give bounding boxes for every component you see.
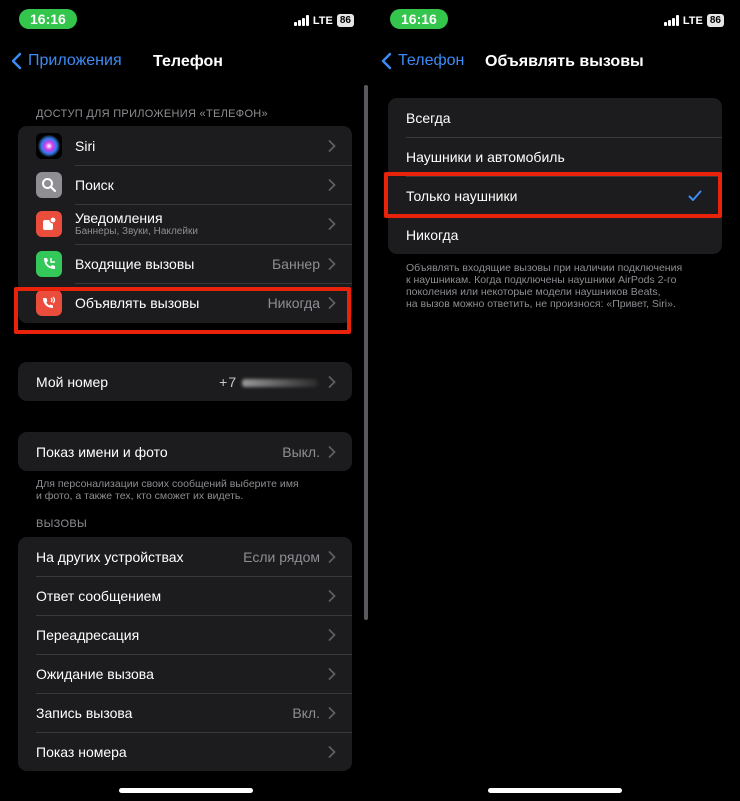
show-caller-id-row[interactable]: Показ номера xyxy=(18,732,352,771)
my-number-row[interactable]: Мой номер +7 xyxy=(18,362,352,401)
incoming-calls-icon xyxy=(36,250,62,277)
chevron-right-icon xyxy=(328,628,336,641)
my-number-group: Мой номер +7 xyxy=(18,362,352,401)
chevron-left-icon xyxy=(381,52,392,70)
phone-settings-screen: 16:16 LTE 86 Приложения Телефон ДОСТУП Д… xyxy=(0,0,370,801)
row-value: Если рядом xyxy=(243,548,320,565)
name-photo-row[interactable]: Показ имени и фото Выкл. xyxy=(18,432,352,471)
row-value: Баннер xyxy=(271,255,320,272)
name-photo-group: Показ имени и фото Выкл. xyxy=(18,432,352,471)
chevron-right-icon xyxy=(328,257,336,270)
chevron-right-icon xyxy=(328,745,336,758)
scroll-indicator xyxy=(364,85,368,620)
my-number-value: +7 xyxy=(219,374,318,390)
footnote-line: поколения или некоторые модели наушников… xyxy=(406,286,661,298)
battery-level: 86 xyxy=(706,14,724,27)
network-type: LTE xyxy=(312,14,333,27)
option-label: Наушники и автомобиль xyxy=(406,148,565,165)
chevron-right-icon xyxy=(328,706,336,719)
footnote-line: Для персонализации своих сообщений выбер… xyxy=(36,478,299,490)
calls-group: На других устройствах Если рядом Ответ с… xyxy=(18,537,352,771)
announce-calls-highlight xyxy=(14,287,351,334)
option-never[interactable]: Никогда xyxy=(388,215,722,254)
page-title: Телефон xyxy=(153,53,223,70)
chevron-right-icon xyxy=(328,550,336,563)
home-indicator[interactable] xyxy=(119,788,253,793)
access-section-header: ДОСТУП ДЛЯ ПРИЛОЖЕНИЯ «ТЕЛЕФОН» xyxy=(36,108,268,120)
footnote-line: Объявлять входящие вызовы при наличии по… xyxy=(406,262,683,274)
announce-footnote: Объявлять входящие вызовы при наличии по… xyxy=(406,262,736,310)
redacted-number xyxy=(242,378,318,387)
row-label: Переадресация xyxy=(36,626,140,643)
chevron-right-icon xyxy=(328,139,336,152)
search-row[interactable]: Поиск xyxy=(18,165,352,204)
row-label: Поиск xyxy=(75,176,114,193)
announce-calls-screen: 16:16 LTE 86 Телефон Объявлять вызовы Вс… xyxy=(370,0,740,801)
page-title: Объявлять вызовы xyxy=(485,53,644,70)
option-headphones-and-car[interactable]: Наушники и автомобиль xyxy=(388,137,722,176)
row-value: Вкл. xyxy=(292,704,320,721)
name-photo-footnote: Для персонализации своих сообщений выбер… xyxy=(36,478,356,502)
row-label: Входящие вызовы xyxy=(75,255,195,272)
search-icon xyxy=(36,171,62,198)
headphones-only-highlight xyxy=(384,172,722,218)
option-label: Никогда xyxy=(406,226,459,243)
call-recording-row[interactable]: Запись вызова Вкл. xyxy=(18,693,352,732)
row-label: Показ номера xyxy=(36,743,127,760)
back-button[interactable]: Приложения xyxy=(11,52,122,70)
chevron-right-icon xyxy=(328,589,336,602)
option-always[interactable]: Всегда xyxy=(388,98,722,137)
incoming-calls-row[interactable]: Входящие вызовы Баннер xyxy=(18,244,352,283)
row-value: Выкл. xyxy=(282,443,320,460)
footnote-line: и фото, а также тех, кто сможет их видет… xyxy=(36,490,244,502)
notifications-icon xyxy=(36,211,62,237)
cellular-signal-icon xyxy=(663,15,679,26)
row-label: Siri xyxy=(75,137,96,154)
call-forwarding-row[interactable]: Переадресация xyxy=(18,615,352,654)
row-label: Мой номер xyxy=(36,373,109,390)
cellular-signal-icon xyxy=(293,15,309,26)
option-label: Всегда xyxy=(406,109,451,126)
phone-prefix: +7 xyxy=(219,373,238,390)
siri-icon xyxy=(36,132,62,159)
chevron-right-icon xyxy=(328,218,336,230)
row-label: Запись вызова xyxy=(36,704,133,721)
network-type: LTE xyxy=(682,14,703,27)
row-subtitle: Баннеры, Звуки, Наклейки xyxy=(75,226,198,237)
battery-level: 86 xyxy=(336,14,354,27)
call-waiting-row[interactable]: Ожидание вызова xyxy=(18,654,352,693)
status-indicators: LTE 86 xyxy=(293,14,354,27)
notifications-row[interactable]: Уведомления Баннеры, Звуки, Наклейки xyxy=(18,204,352,244)
footnote-line: к наушникам. Когда подключены наушники A… xyxy=(406,274,677,286)
status-indicators: LTE 86 xyxy=(663,14,724,27)
other-devices-row[interactable]: На других устройствах Если рядом xyxy=(18,537,352,576)
back-button[interactable]: Телефон xyxy=(381,52,464,70)
row-label: Показ имени и фото xyxy=(36,443,168,460)
row-label: Ожидание вызова xyxy=(36,665,154,682)
siri-row[interactable]: Siri xyxy=(18,126,352,165)
chevron-right-icon xyxy=(328,375,336,388)
row-label: Уведомления xyxy=(75,210,163,226)
chevron-right-icon xyxy=(328,445,336,458)
back-label: Приложения xyxy=(28,52,122,69)
status-time: 16:16 xyxy=(390,9,448,29)
chevron-left-icon xyxy=(11,52,22,70)
chevron-right-icon xyxy=(328,667,336,680)
footnote-line: на вызов можно ответить, не произнося: «… xyxy=(406,298,676,310)
status-time: 16:16 xyxy=(19,9,77,29)
row-label: Ответ сообщением xyxy=(36,587,162,604)
calls-section-header: ВЫЗОВЫ xyxy=(36,518,88,530)
reply-with-message-row[interactable]: Ответ сообщением xyxy=(18,576,352,615)
row-label: На других устройствах xyxy=(36,548,184,565)
back-label: Телефон xyxy=(398,52,465,69)
home-indicator[interactable] xyxy=(488,788,622,793)
chevron-right-icon xyxy=(328,178,336,191)
